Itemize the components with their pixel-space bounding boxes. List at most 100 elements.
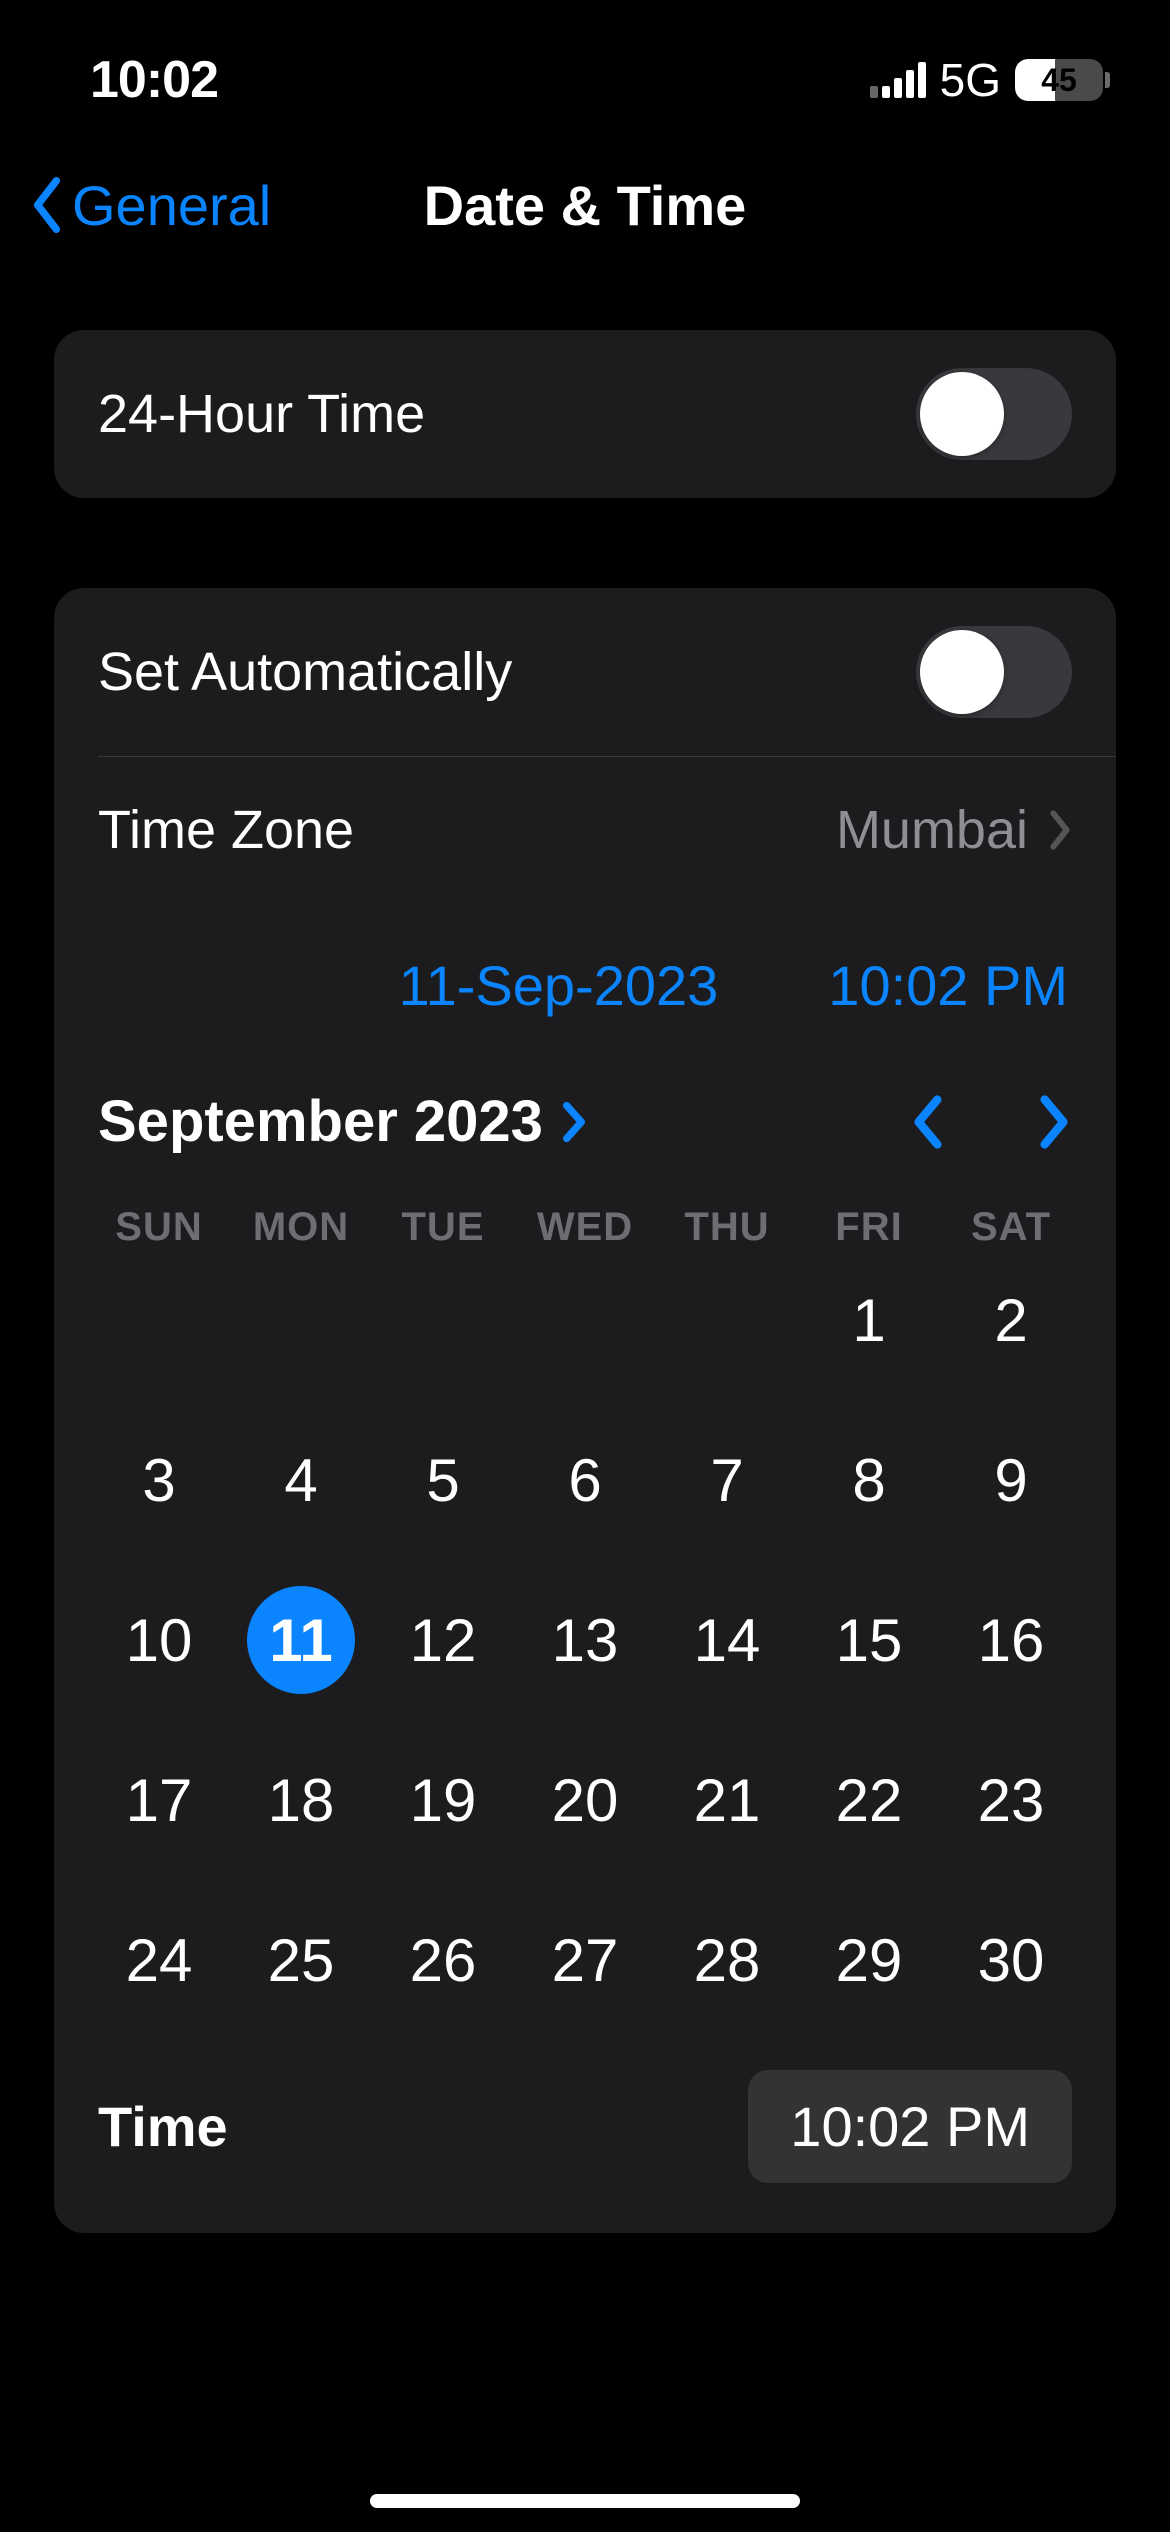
next-month-button[interactable]	[1036, 1094, 1072, 1150]
calendar-day[interactable]: 16	[957, 1586, 1065, 1694]
calendar-day-cell: 24	[88, 1910, 230, 2010]
calendar-day-cell: 22	[798, 1750, 940, 1850]
calendar-day-cell: 27	[514, 1910, 656, 2010]
group-24hour: 24-Hour Time	[54, 330, 1116, 498]
calendar-day[interactable]: 6	[531, 1426, 639, 1534]
date-display[interactable]: 11-Sep-2023	[399, 953, 719, 1018]
calendar-day-cell: 9	[940, 1430, 1082, 1530]
calendar-day[interactable]: 4	[247, 1426, 355, 1534]
chevron-left-icon	[30, 177, 64, 233]
calendar-day-cell: 28	[656, 1910, 798, 2010]
calendar-day[interactable]: 12	[389, 1586, 497, 1694]
value-timezone: Mumbai	[836, 799, 1072, 861]
weekday-label: TUE	[372, 1205, 514, 1250]
calendar-day[interactable]: 10	[105, 1586, 213, 1694]
calendar-day-cell: 6	[514, 1430, 656, 1530]
row-timezone[interactable]: Time Zone Mumbai	[54, 757, 1116, 903]
weekday-label: SUN	[88, 1205, 230, 1250]
calendar-day[interactable]: 14	[673, 1586, 781, 1694]
calendar-day-cell: 30	[940, 1910, 1082, 2010]
calendar-day[interactable]: 30	[957, 1906, 1065, 2014]
calendar-day-cell: 26	[372, 1910, 514, 2010]
calendar-day[interactable]: 5	[389, 1426, 497, 1534]
back-button[interactable]: General	[30, 173, 271, 238]
calendar-day-cell: 19	[372, 1750, 514, 1850]
time-display[interactable]: 10:02 PM	[828, 953, 1068, 1018]
calendar-day[interactable]: 2	[957, 1266, 1065, 1374]
calendar-day-cell: 1	[798, 1270, 940, 1370]
chevron-right-icon	[1048, 810, 1072, 850]
label-set-automatically: Set Automatically	[98, 641, 512, 703]
toggle-24hour[interactable]	[916, 368, 1072, 460]
calendar-day-cell: 20	[514, 1750, 656, 1850]
weekday-label: MON	[230, 1205, 372, 1250]
calendar-day[interactable]: 22	[815, 1746, 923, 1854]
status-bar: 10:02 5G 45	[0, 0, 1170, 140]
calendar-day[interactable]: 3	[105, 1426, 213, 1534]
calendar-day[interactable]: 25	[247, 1906, 355, 2014]
calendar-day-cell: 21	[656, 1750, 798, 1850]
group-main: Set Automatically Time Zone Mumbai 11-Se…	[54, 588, 1116, 2233]
calendar-day-cell: 7	[656, 1430, 798, 1530]
calendar-day[interactable]: 21	[673, 1746, 781, 1854]
calendar-day-cell: 15	[798, 1590, 940, 1690]
weekday-label: FRI	[798, 1205, 940, 1250]
calendar-day-cell: 8	[798, 1430, 940, 1530]
time-label: Time	[98, 2094, 228, 2159]
prev-month-button[interactable]	[910, 1094, 946, 1150]
time-row: Time 10:02 PM	[54, 2040, 1116, 2233]
chevron-right-icon	[561, 1100, 587, 1144]
weekday-label: THU	[656, 1205, 798, 1250]
signal-icon	[870, 62, 926, 98]
month-navigation: September 2023	[54, 1058, 1116, 1185]
status-time: 10:02	[90, 50, 218, 110]
month-label: September 2023	[98, 1088, 543, 1155]
calendar-day[interactable]: 27	[531, 1906, 639, 2014]
calendar-day-cell: 14	[656, 1590, 798, 1690]
calendar-day-cell: 25	[230, 1910, 372, 2010]
status-right: 5G 45	[870, 53, 1110, 107]
calendar-day-cell: 4	[230, 1430, 372, 1530]
calendar-day-cell: 11	[230, 1590, 372, 1690]
battery-icon: 45	[1015, 59, 1110, 101]
calendar-day[interactable]: 15	[815, 1586, 923, 1694]
row-set-automatically: Set Automatically	[54, 588, 1116, 756]
month-selector[interactable]: September 2023	[98, 1088, 587, 1155]
calendar-day[interactable]: 9	[957, 1426, 1065, 1534]
calendar-day[interactable]: 13	[531, 1586, 639, 1694]
calendar-day[interactable]: 28	[673, 1906, 781, 2014]
row-24hour: 24-Hour Time	[54, 330, 1116, 498]
calendar-day[interactable]: 29	[815, 1906, 923, 2014]
weekday-label: WED	[514, 1205, 656, 1250]
calendar-day[interactable]: 17	[105, 1746, 213, 1854]
calendar-day[interactable]: 24	[105, 1906, 213, 2014]
calendar-day[interactable]: 7	[673, 1426, 781, 1534]
calendar-day-cell: 10	[88, 1590, 230, 1690]
calendar-day[interactable]: 26	[389, 1906, 497, 2014]
calendar-day[interactable]: 23	[957, 1746, 1065, 1854]
calendar-day[interactable]: 19	[389, 1746, 497, 1854]
calendar-grid: 1234567891011121314151617181920212223242…	[54, 1260, 1116, 2040]
weekday-header: SUNMONTUEWEDTHUFRISAT	[54, 1185, 1116, 1260]
calendar-day[interactable]: 11	[247, 1586, 355, 1694]
calendar-day[interactable]: 8	[815, 1426, 923, 1534]
calendar-day-cell: 18	[230, 1750, 372, 1850]
label-timezone: Time Zone	[98, 799, 354, 861]
nav-bar: General Date & Time	[0, 140, 1170, 270]
back-label: General	[72, 173, 271, 238]
calendar-day-cell: 13	[514, 1590, 656, 1690]
calendar-day-cell: 3	[88, 1430, 230, 1530]
calendar-day[interactable]: 20	[531, 1746, 639, 1854]
toggle-set-automatically[interactable]	[916, 626, 1072, 718]
weekday-label: SAT	[940, 1205, 1082, 1250]
calendar-day-cell: 2	[940, 1270, 1082, 1370]
calendar-day[interactable]: 1	[815, 1266, 923, 1374]
calendar-day-cell: 5	[372, 1430, 514, 1530]
time-picker[interactable]: 10:02 PM	[748, 2070, 1072, 2183]
calendar-day-cell: 12	[372, 1590, 514, 1690]
home-indicator[interactable]	[370, 2494, 800, 2508]
calendar-day[interactable]: 18	[247, 1746, 355, 1854]
label-24hour: 24-Hour Time	[98, 383, 425, 445]
network-label: 5G	[940, 53, 1001, 107]
datetime-display: 11-Sep-2023 10:02 PM	[54, 903, 1116, 1058]
